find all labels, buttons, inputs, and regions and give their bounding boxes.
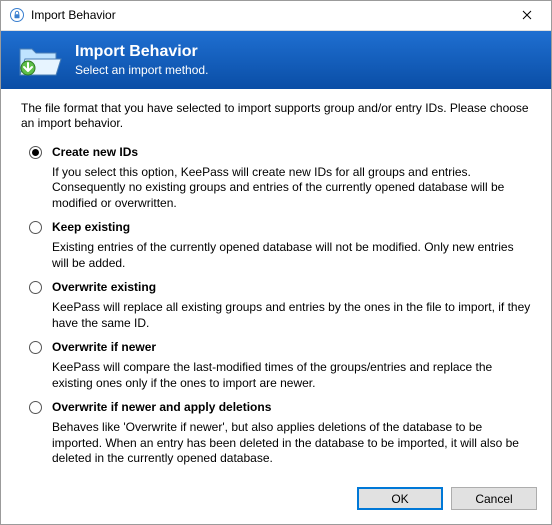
- option-overwrite-if-newer-deletions[interactable]: Overwrite if newer and apply deletions: [29, 399, 531, 416]
- radio-keep-existing[interactable]: [29, 221, 42, 234]
- option-title: Create new IDs: [52, 144, 138, 161]
- option-desc: Behaves like 'Overwrite if newer', but a…: [52, 420, 531, 467]
- option-title: Overwrite if newer and apply deletions: [52, 399, 271, 416]
- content-area: The file format that you have selected t…: [1, 89, 551, 477]
- radio-overwrite-if-newer-deletions[interactable]: [29, 401, 42, 414]
- option-create-new-ids[interactable]: Create new IDs: [29, 144, 531, 161]
- option-desc: KeePass will compare the last-modified t…: [52, 360, 531, 391]
- dialog-window: Import Behavior Import Behavior Select a…: [0, 0, 552, 525]
- option-overwrite-existing[interactable]: Overwrite existing: [29, 279, 531, 296]
- option-title: Keep existing: [52, 219, 130, 236]
- option-keep-existing[interactable]: Keep existing: [29, 219, 531, 236]
- option-desc: KeePass will replace all existing groups…: [52, 300, 531, 331]
- banner-text: Import Behavior Select an import method.: [75, 43, 208, 77]
- option-desc: If you select this option, KeePass will …: [52, 165, 531, 212]
- banner: Import Behavior Select an import method.: [1, 31, 551, 89]
- banner-subtitle: Select an import method.: [75, 63, 208, 77]
- radio-create-new-ids[interactable]: [29, 146, 42, 159]
- import-folder-icon: [15, 39, 63, 81]
- window-title: Import Behavior: [31, 8, 507, 22]
- option-title: Overwrite if newer: [52, 339, 156, 356]
- option-desc: Existing entries of the currently opened…: [52, 240, 531, 271]
- radio-overwrite-existing[interactable]: [29, 281, 42, 294]
- button-row: OK Cancel: [1, 477, 551, 524]
- radio-overwrite-if-newer[interactable]: [29, 341, 42, 354]
- intro-text: The file format that you have selected t…: [21, 101, 531, 132]
- ok-button[interactable]: OK: [357, 487, 443, 510]
- option-title: Overwrite existing: [52, 279, 156, 296]
- option-overwrite-if-newer[interactable]: Overwrite if newer: [29, 339, 531, 356]
- close-button[interactable]: [507, 1, 547, 29]
- lock-icon: [9, 7, 25, 23]
- cancel-button[interactable]: Cancel: [451, 487, 537, 510]
- titlebar: Import Behavior: [1, 1, 551, 31]
- banner-title: Import Behavior: [75, 43, 208, 61]
